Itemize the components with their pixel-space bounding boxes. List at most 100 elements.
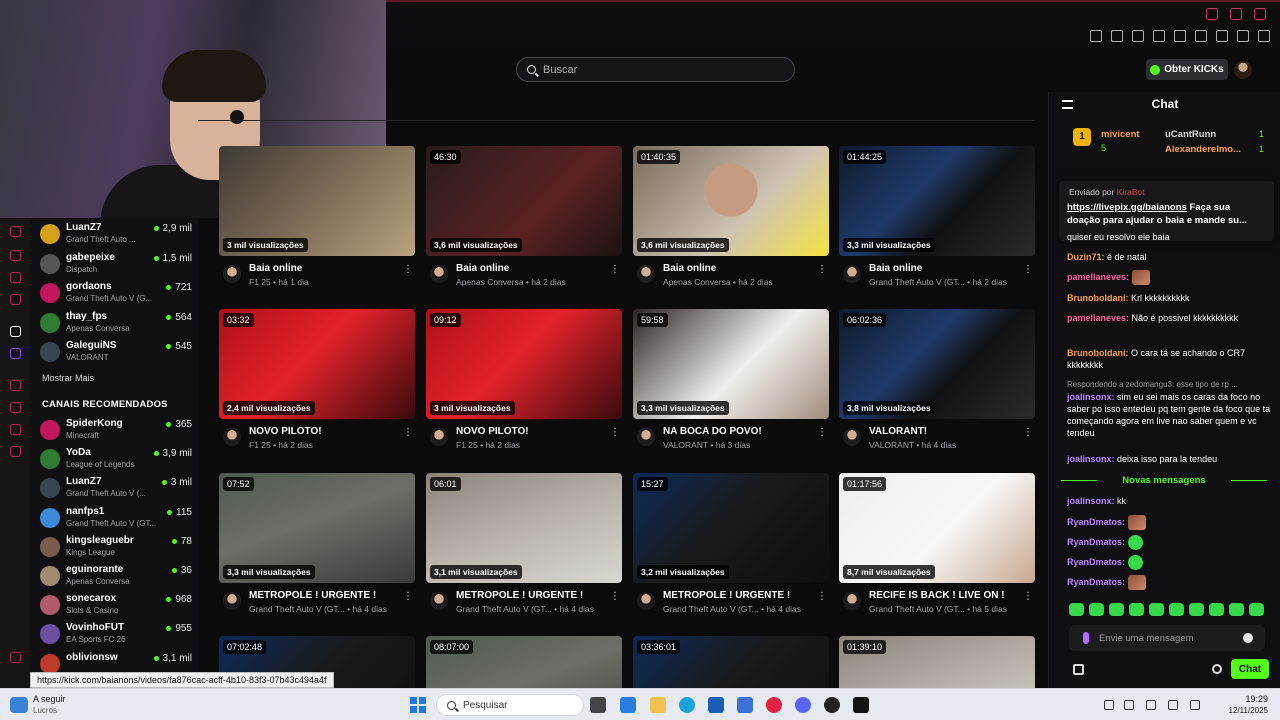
video-title[interactable]: METROPOLE ! URGENTE ! <box>249 590 376 601</box>
more-options-icon[interactable]: ⋮ <box>817 264 827 275</box>
mail-icon[interactable] <box>737 697 753 713</box>
chat-username[interactable]: Duzin71: <box>1067 252 1105 262</box>
emote-icon[interactable] <box>1169 603 1184 616</box>
chat-input[interactable] <box>1099 632 1239 644</box>
channel-item[interactable]: eguinorante Apenas Conversa 36 <box>40 562 192 588</box>
tray-app-icon[interactable] <box>1124 700 1134 710</box>
video-card[interactable]: 01:40:35 3,6 mil visualizações Baia online… <box>633 146 829 287</box>
new-messages-divider[interactable]: Novas mensagens <box>1061 475 1267 487</box>
video-card[interactable]: 01:17:56 8,7 mil visualizações RECIFE IS B… <box>839 473 1035 614</box>
task-view-icon[interactable] <box>590 697 606 713</box>
emote-icon[interactable] <box>1249 603 1264 616</box>
channel-avatar[interactable] <box>430 592 448 610</box>
show-more-link[interactable]: Mostrar Mais <box>42 373 94 383</box>
edge-icon[interactable] <box>679 697 695 713</box>
chat-username[interactable]: pamellaneves: <box>1067 272 1129 282</box>
video-thumbnail[interactable]: 06:02:36 3,8 mil visualizações <box>839 309 1035 419</box>
video-card[interactable]: 46:30 3,6 mil visualizações Baia online Ape… <box>426 146 622 287</box>
volume-icon[interactable] <box>1190 700 1200 710</box>
video-thumbnail[interactable]: 59:58 3,3 mil visualizações <box>633 309 829 419</box>
chat-username[interactable]: pamellaneves: <box>1067 313 1129 323</box>
channel-item[interactable]: GaleguiNS VALORANT 545 <box>40 338 192 364</box>
minimize-icon[interactable] <box>1206 8 1218 20</box>
video-card[interactable]: 59:58 3,3 mil visualizações NA BOCA DO POV… <box>633 309 829 450</box>
mic-tray-icon[interactable] <box>1168 700 1178 710</box>
obs-icon[interactable] <box>824 697 840 713</box>
rail-clips-icon[interactable] <box>10 294 21 305</box>
reply-context[interactable]: Respondendo a zedomangu3: esse tipo de r… <box>1067 380 1272 389</box>
video-card[interactable]: 3 mil visualizações Baia online F1 25 • há… <box>219 146 415 287</box>
chat-username[interactable]: joalinsonx: <box>1067 454 1115 464</box>
emote-icon[interactable] <box>1089 603 1104 616</box>
download-icon[interactable] <box>1237 30 1249 42</box>
more-options-icon[interactable]: ⋮ <box>817 427 827 438</box>
channel-item[interactable]: kingsleaguebr Kings League 78 <box>40 533 192 559</box>
extensions-icon[interactable] <box>1195 30 1207 42</box>
channel-avatar[interactable] <box>430 428 448 446</box>
video-card[interactable]: 06:01 3,1 mil visualizações METROPOLE ! UR… <box>426 473 622 614</box>
channel-avatar[interactable] <box>843 265 861 283</box>
more-options-icon[interactable]: ⋮ <box>1023 264 1033 275</box>
emote-icon[interactable] <box>1129 603 1144 616</box>
video-thumbnail[interactable]: 07:52 3,3 mil visualizações <box>219 473 415 583</box>
chat-input-box[interactable] <box>1069 625 1265 651</box>
screenshot-icon[interactable] <box>1111 30 1123 42</box>
chat-username[interactable]: RyanDmatos: <box>1067 577 1125 587</box>
play-icon[interactable] <box>1153 30 1165 42</box>
channel-avatar[interactable] <box>637 428 655 446</box>
channel-item[interactable]: VovinhoFUT EA Sports FC 26 955 <box>40 620 192 646</box>
video-thumbnail[interactable]: 03:32 2,4 mil visualizações <box>219 309 415 419</box>
emote-icon[interactable] <box>1229 603 1244 616</box>
video-thumbnail[interactable]: 09:12 3 mil visualizações <box>426 309 622 419</box>
channel-avatar[interactable] <box>223 592 241 610</box>
more-options-icon[interactable]: ⋮ <box>403 264 413 275</box>
chat-username[interactable]: Brunoboldani: <box>1067 293 1129 303</box>
more-options-icon[interactable]: ⋮ <box>610 264 620 275</box>
video-thumbnail[interactable]: 01:40:35 3,6 mil visualizações <box>633 146 829 256</box>
heart-icon[interactable] <box>1174 30 1186 42</box>
store-icon[interactable] <box>1073 664 1084 675</box>
taskbar-search[interactable]: Pesquisar <box>436 694 584 716</box>
more-options-icon[interactable]: ⋮ <box>1023 427 1033 438</box>
more-options-icon[interactable]: ⋮ <box>403 427 413 438</box>
chat-username[interactable]: RyanDmatos: <box>1067 517 1125 527</box>
gifter-third-name[interactable]: Alexanderelmo... <box>1165 144 1241 155</box>
microphone-icon[interactable] <box>1083 632 1089 644</box>
channel-item[interactable]: SpiderKong Minecraft 365 <box>40 416 192 442</box>
video-title[interactable]: Baia online <box>663 263 716 274</box>
video-title[interactable]: Baia online <box>249 263 302 274</box>
more-options-icon[interactable]: ⋮ <box>817 591 827 602</box>
emote-icon[interactable] <box>1149 603 1164 616</box>
wifi-icon[interactable] <box>1146 700 1156 710</box>
video-card[interactable]: 01:44:25 3,3 mil visualizações Baia online… <box>839 146 1035 287</box>
channel-avatar[interactable] <box>223 265 241 283</box>
chat-settings-icon[interactable] <box>1212 664 1222 674</box>
video-title[interactable]: VALORANT! <box>869 426 927 437</box>
search-box[interactable] <box>516 57 795 82</box>
discord-icon[interactable] <box>795 697 811 713</box>
chat-username[interactable]: joalinsonx: <box>1067 496 1115 506</box>
video-thumbnail[interactable]: 01:17:56 8,7 mil visualizações <box>839 473 1035 583</box>
rail-home-icon[interactable] <box>10 226 21 237</box>
shield-icon[interactable] <box>1132 30 1144 42</box>
rail-collapse-icon[interactable] <box>10 652 21 663</box>
chat-username[interactable]: Brunoboldani: <box>1067 348 1129 358</box>
channel-avatar[interactable] <box>223 428 241 446</box>
settings-app-icon[interactable] <box>620 697 636 713</box>
get-kicks-button[interactable]: Obter KICKs <box>1146 59 1228 80</box>
channel-item[interactable]: gabepeixe Dispatch 1,5 mil <box>40 250 192 276</box>
more-options-icon[interactable]: ⋮ <box>403 591 413 602</box>
emote-icon[interactable] <box>1069 603 1084 616</box>
video-card[interactable]: 06:02:36 3,8 mil visualizações VALORANT! VA… <box>839 309 1035 450</box>
more-options-icon[interactable]: ⋮ <box>610 427 620 438</box>
rail-kick-icon[interactable] <box>10 326 21 337</box>
emote-icon[interactable] <box>1209 603 1224 616</box>
channel-item[interactable]: YoDa League of Legends 3,9 mil <box>40 445 192 471</box>
video-thumbnail[interactable]: 15:27 3,2 mil visualizações <box>633 473 829 583</box>
channel-item[interactable]: gordaons Grand Theft Auto V (G... 721 <box>40 279 192 305</box>
capcut-icon[interactable] <box>853 697 869 713</box>
chat-username[interactable]: joalinsonx: <box>1067 392 1115 402</box>
opera-icon[interactable] <box>766 697 782 713</box>
emote-icon[interactable] <box>1109 603 1124 616</box>
video-title[interactable]: METROPOLE ! URGENTE ! <box>663 590 790 601</box>
